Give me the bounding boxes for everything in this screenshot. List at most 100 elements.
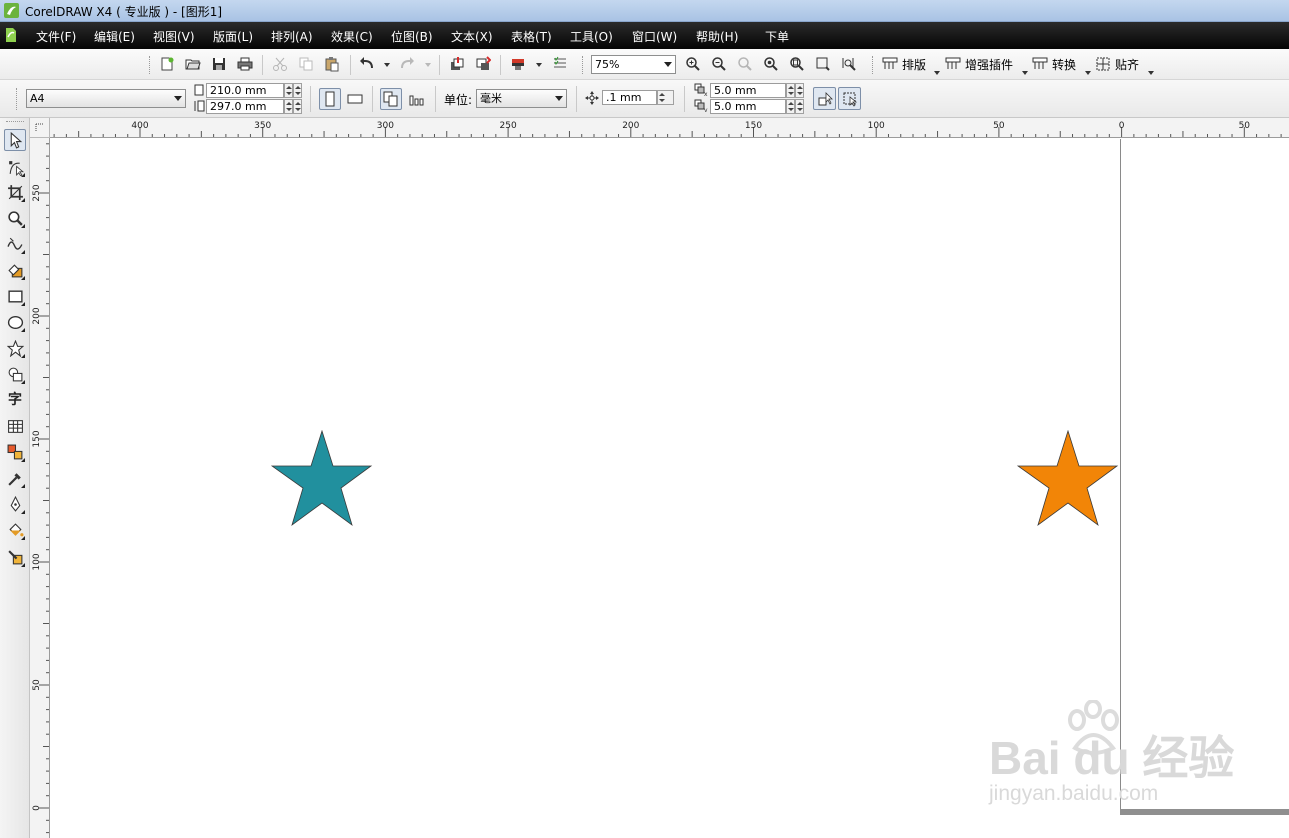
undo-button[interactable]: [357, 54, 377, 74]
toolbar-grip[interactable]: [149, 56, 151, 74]
document-icon[interactable]: [5, 28, 17, 42]
snap-plugin-button[interactable]: [1093, 54, 1113, 74]
table-tool[interactable]: [4, 415, 26, 437]
shape-tool[interactable]: [4, 156, 26, 178]
page-height-field[interactable]: 297.0 mm: [206, 99, 284, 114]
menu-order[interactable]: 下单: [765, 28, 789, 45]
menu-edit[interactable]: 编辑(E): [94, 28, 135, 45]
application-launcher-caret[interactable]: [536, 63, 542, 67]
typesetting-plugin-button[interactable]: [880, 54, 900, 74]
menu-window[interactable]: 窗口(W): [632, 28, 677, 45]
portrait-button[interactable]: [319, 88, 341, 110]
toolbar-grip[interactable]: [582, 56, 584, 74]
units-combo[interactable]: 毫米: [476, 89, 567, 108]
convert-plugin-label[interactable]: 转换: [1052, 56, 1076, 73]
text-tool[interactable]: 字: [4, 388, 26, 410]
zoom-level-dropdown-arrow[interactable]: [661, 56, 675, 73]
rectangle-tool[interactable]: [4, 285, 26, 307]
menu-tools[interactable]: 工具(O): [570, 28, 613, 45]
menu-table[interactable]: 表格(T): [511, 28, 552, 45]
duplicate-distance-x-spinner[interactable]: [786, 83, 795, 98]
enhance-plugin-label[interactable]: 增强插件: [965, 56, 1013, 73]
toolbox-grip[interactable]: [6, 121, 24, 122]
menu-help[interactable]: 帮助(H): [696, 28, 738, 45]
copy-button[interactable]: [296, 54, 316, 74]
convert-plugin-caret[interactable]: [1085, 71, 1091, 75]
orange-star-shape[interactable]: [1017, 430, 1119, 528]
undo-dropdown-caret[interactable]: [384, 63, 390, 67]
page-height-spinner[interactable]: [284, 99, 293, 114]
page-width-field[interactable]: 210.0 mm: [206, 83, 284, 98]
typesetting-plugin-caret[interactable]: [934, 71, 940, 75]
save-button[interactable]: [209, 54, 229, 74]
ellipse-tool[interactable]: [4, 311, 26, 333]
outline-tool[interactable]: [4, 493, 26, 515]
enhance-plugin-caret[interactable]: [1022, 71, 1028, 75]
horizontal-ruler[interactable]: 400 350 300 250 200 150 100 50 0 50: [50, 118, 1289, 138]
enhance-plugin-button[interactable]: [943, 54, 963, 74]
new-document-button[interactable]: [157, 54, 177, 74]
teal-star-path[interactable]: [271, 430, 373, 527]
menu-arrange[interactable]: 排列(A): [271, 28, 313, 45]
nudge-distance-field[interactable]: .1 mm: [602, 90, 657, 105]
pick-tool[interactable]: [4, 129, 26, 151]
menu-file[interactable]: 文件(F): [36, 28, 76, 45]
vertical-ruler[interactable]: 250 200 150 100 50 0: [30, 138, 50, 838]
menu-effects[interactable]: 效果(C): [331, 28, 373, 45]
zoom-tool[interactable]: [4, 207, 26, 229]
convert-plugin-button[interactable]: [1030, 54, 1050, 74]
interactive-fill-tool[interactable]: [4, 546, 26, 568]
teal-star-shape[interactable]: [271, 430, 373, 528]
redo-button[interactable]: [397, 54, 417, 74]
toolbar-grip[interactable]: [872, 56, 874, 74]
export-button[interactable]: [473, 54, 493, 74]
snap-plugin-caret[interactable]: [1148, 71, 1154, 75]
zoom-to-page-height-button[interactable]: [839, 54, 859, 74]
application-launcher-button[interactable]: [508, 54, 528, 74]
toolbar-grip[interactable]: [16, 88, 18, 110]
orange-star-path[interactable]: [1017, 430, 1119, 527]
snap-plugin-label[interactable]: 贴齐: [1115, 56, 1139, 73]
typesetting-plugin-label[interactable]: 排版: [902, 56, 926, 73]
page-width-spinner[interactable]: [284, 83, 293, 98]
zoom-in-button[interactable]: [683, 54, 703, 74]
duplicate-distance-x-field[interactable]: 5.0 mm: [710, 83, 786, 98]
paper-size-dropdown-arrow[interactable]: [171, 90, 185, 107]
page-height-spinner-2[interactable]: [293, 99, 302, 114]
page-width-spinner-2[interactable]: [293, 83, 302, 98]
draw-object-bounding-button[interactable]: [838, 87, 861, 110]
import-button[interactable]: [447, 54, 467, 74]
zoom-level-combo[interactable]: 75%: [591, 55, 676, 74]
cut-button[interactable]: [270, 54, 290, 74]
zoom-to-selected-button[interactable]: [735, 54, 755, 74]
menu-text[interactable]: 文本(X): [451, 28, 493, 45]
zoom-to-all-objects-button[interactable]: [761, 54, 781, 74]
menu-bitmaps[interactable]: 位图(B): [391, 28, 433, 45]
zoom-to-page-width-button[interactable]: [813, 54, 833, 74]
eyedropper-tool[interactable]: [4, 467, 26, 489]
duplicate-distance-y-spinner-2[interactable]: [795, 99, 804, 114]
duplicate-distance-y-spinner[interactable]: [786, 99, 795, 114]
all-pages-button[interactable]: [380, 88, 402, 110]
nudge-distance-spinner[interactable]: [657, 90, 674, 105]
basic-shapes-tool[interactable]: [4, 363, 26, 385]
treat-as-filled-button[interactable]: [813, 87, 836, 110]
polygon-tool[interactable]: [4, 337, 26, 359]
ruler-origin[interactable]: [30, 118, 50, 138]
units-dropdown-arrow[interactable]: [552, 90, 566, 107]
redo-dropdown-caret[interactable]: [425, 63, 431, 67]
zoom-out-button[interactable]: [709, 54, 729, 74]
menu-view[interactable]: 视图(V): [153, 28, 195, 45]
zoom-to-page-button[interactable]: [787, 54, 807, 74]
duplicate-distance-y-field[interactable]: 5.0 mm: [710, 99, 786, 114]
menu-layout[interactable]: 版面(L): [213, 28, 253, 45]
interactive-blend-tool[interactable]: [4, 441, 26, 463]
paste-button[interactable]: [322, 54, 342, 74]
paper-size-combo[interactable]: A4: [26, 89, 186, 108]
freehand-tool[interactable]: [4, 233, 26, 255]
open-button[interactable]: [183, 54, 203, 74]
fill-tool[interactable]: [4, 519, 26, 541]
smart-fill-tool[interactable]: [4, 259, 26, 281]
current-page-button[interactable]: [406, 89, 426, 109]
print-button[interactable]: [235, 54, 255, 74]
